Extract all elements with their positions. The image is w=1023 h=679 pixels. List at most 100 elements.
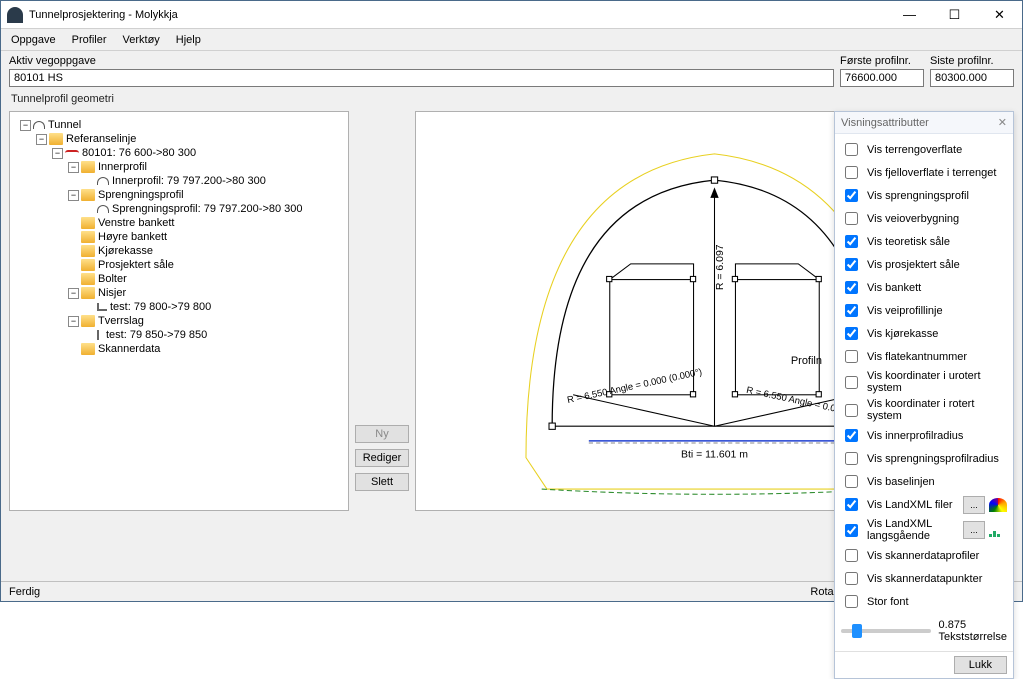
attr-item-7[interactable]: Vis veiprofillinje: [841, 299, 1007, 322]
attr-skannerpunkt[interactable]: Vis skannerdatapunkter: [841, 567, 1007, 590]
attr-item-12[interactable]: Vis innerprofilradius: [841, 424, 1007, 447]
checkbox[interactable]: [845, 549, 858, 562]
tree-tverr[interactable]: Tverrslag: [98, 315, 144, 327]
attr-item-9[interactable]: Vis flatekantnummer: [841, 345, 1007, 368]
app-icon: [7, 7, 23, 23]
titlebar: Tunnelprosjektering - Molykkja ― ☐ ✕: [1, 1, 1022, 29]
forste-label: Første profilnr.: [840, 55, 924, 67]
checkbox[interactable]: [845, 166, 858, 179]
attr-label: Vis skannerdatapunkter: [867, 573, 982, 585]
attr-item-10[interactable]: Vis koordinater i urotert system: [841, 368, 1007, 396]
siste-input[interactable]: [930, 69, 1014, 87]
checkbox[interactable]: [845, 212, 858, 225]
checkbox[interactable]: [845, 235, 858, 248]
folder-icon: [81, 217, 95, 229]
r-top-label: R = 6.097: [715, 244, 726, 290]
menu-oppgave[interactable]: Oppgave: [3, 32, 64, 48]
attr-item-0[interactable]: Vis terrengoverflate: [841, 138, 1007, 161]
tree-bolt[interactable]: Bolter: [98, 273, 127, 285]
expand-icon[interactable]: −: [68, 190, 79, 201]
maximize-button[interactable]: ☐: [932, 1, 977, 29]
attr-landxml-lang[interactable]: Vis LandXML langsgående...: [841, 516, 1007, 544]
tree-nisjer[interactable]: Nisjer: [98, 287, 126, 299]
close-button[interactable]: ✕: [977, 1, 1022, 29]
checkbox[interactable]: [845, 281, 858, 294]
tree-vb[interactable]: Venstre bankett: [98, 217, 174, 229]
expand-icon[interactable]: −: [52, 148, 63, 159]
minimize-button[interactable]: ―: [887, 1, 932, 29]
group-label: Tunnelprofil geometri: [1, 93, 1022, 105]
attr-label: Vis LandXML langsgående: [867, 518, 957, 542]
checkbox[interactable]: [845, 404, 858, 417]
window-title: Tunnelprosjektering - Molykkja: [29, 9, 887, 21]
aktiv-input[interactable]: [9, 69, 834, 87]
attr-label: Vis koordinater i rotert system: [867, 398, 1007, 422]
checkbox[interactable]: [845, 258, 858, 271]
r-left-label: R = 6.550 Angle = 0.000 (0.000°): [566, 366, 703, 405]
dots-icon: [989, 523, 1007, 537]
attr-item-14[interactable]: Vis baselinjen: [841, 470, 1007, 493]
checkbox[interactable]: [845, 524, 858, 537]
tree-kk[interactable]: Kjørekasse: [98, 245, 153, 257]
attr-item-5[interactable]: Vis prosjektert såle: [841, 253, 1007, 276]
rediger-button[interactable]: Rediger: [355, 449, 409, 467]
tree-tunnel[interactable]: Tunnel: [48, 119, 81, 131]
menu-hjelp[interactable]: Hjelp: [168, 32, 209, 48]
checkbox[interactable]: [845, 143, 858, 156]
checkbox[interactable]: [845, 475, 858, 488]
attr-item-4[interactable]: Vis teoretisk såle: [841, 230, 1007, 253]
checkbox[interactable]: [845, 304, 858, 317]
folder-icon: [81, 287, 95, 299]
ellipsis-button[interactable]: ...: [963, 521, 985, 539]
attr-label: Vis prosjektert såle: [867, 259, 960, 271]
ellipsis-button[interactable]: ...: [963, 496, 985, 514]
expand-icon[interactable]: −: [68, 316, 79, 327]
tree-inner[interactable]: Innerprofil: [98, 161, 147, 173]
expand-icon[interactable]: −: [20, 120, 31, 131]
panel-close-icon[interactable]: ✕: [998, 116, 1007, 129]
attr-item-8[interactable]: Vis kjørekasse: [841, 322, 1007, 345]
expand-icon[interactable]: −: [68, 162, 79, 173]
tree-ps[interactable]: Prosjektert såle: [98, 259, 174, 271]
ny-button[interactable]: Ny: [355, 425, 409, 443]
expand-icon[interactable]: −: [36, 134, 47, 145]
checkbox[interactable]: [845, 350, 858, 363]
checkbox[interactable]: [845, 498, 858, 511]
checkbox[interactable]: [845, 327, 858, 340]
lukk-button[interactable]: Lukk: [954, 656, 1007, 674]
attr-item-1[interactable]: Vis fjelloverflate i terrenget: [841, 161, 1007, 184]
attr-item-2[interactable]: Vis sprengningsprofil: [841, 184, 1007, 207]
checkbox[interactable]: [845, 189, 858, 202]
tree-ref[interactable]: Referanselinje: [66, 133, 136, 145]
tree-span[interactable]: 80101: 76 600->80 300: [82, 147, 196, 159]
tree-panel[interactable]: −Tunnel −Referanselinje −80101: 76 600->…: [9, 111, 349, 511]
slett-button[interactable]: Slett: [355, 473, 409, 491]
tree-skanner[interactable]: Skannerdata: [98, 343, 160, 355]
forste-input[interactable]: [840, 69, 924, 87]
checkbox[interactable]: [845, 429, 858, 442]
attr-item-3[interactable]: Vis veioverbygning: [841, 207, 1007, 230]
attr-item-6[interactable]: Vis bankett: [841, 276, 1007, 299]
checkbox[interactable]: [845, 572, 858, 585]
tree-tverr-item[interactable]: test: 79 850->79 850: [106, 329, 207, 341]
attr-item-13[interactable]: Vis sprengningsprofilradius: [841, 447, 1007, 470]
menu-verktoy[interactable]: Verktøy: [115, 32, 168, 48]
attr-label: Vis skannerdataprofiler: [867, 550, 979, 562]
expand-icon[interactable]: −: [68, 288, 79, 299]
profile-icon: [97, 177, 109, 185]
checkbox[interactable]: [845, 452, 858, 465]
text-size-slider[interactable]: [841, 629, 931, 633]
attr-label: Vis koordinater i urotert system: [867, 370, 1007, 394]
checkbox[interactable]: [845, 376, 858, 389]
tree-inner-item[interactable]: Innerprofil: 79 797.200->80 300: [112, 175, 266, 187]
menu-profiler[interactable]: Profiler: [64, 32, 115, 48]
attr-label: Vis veioverbygning: [867, 213, 959, 225]
tree-spreng[interactable]: Sprengningsprofil: [98, 189, 184, 201]
tree-spreng-item[interactable]: Sprengningsprofil: 79 797.200->80 300: [112, 203, 303, 215]
tree-nisjer-item[interactable]: test: 79 800->79 800: [110, 301, 211, 313]
attr-skannerprof[interactable]: Vis skannerdataprofiler: [841, 544, 1007, 567]
attr-landxml-filer[interactable]: Vis LandXML filer...: [841, 493, 1007, 516]
attr-item-11[interactable]: Vis koordinater i rotert system: [841, 396, 1007, 424]
attr-label: Vis LandXML filer: [867, 499, 953, 511]
tree-hb[interactable]: Høyre bankett: [98, 231, 167, 243]
